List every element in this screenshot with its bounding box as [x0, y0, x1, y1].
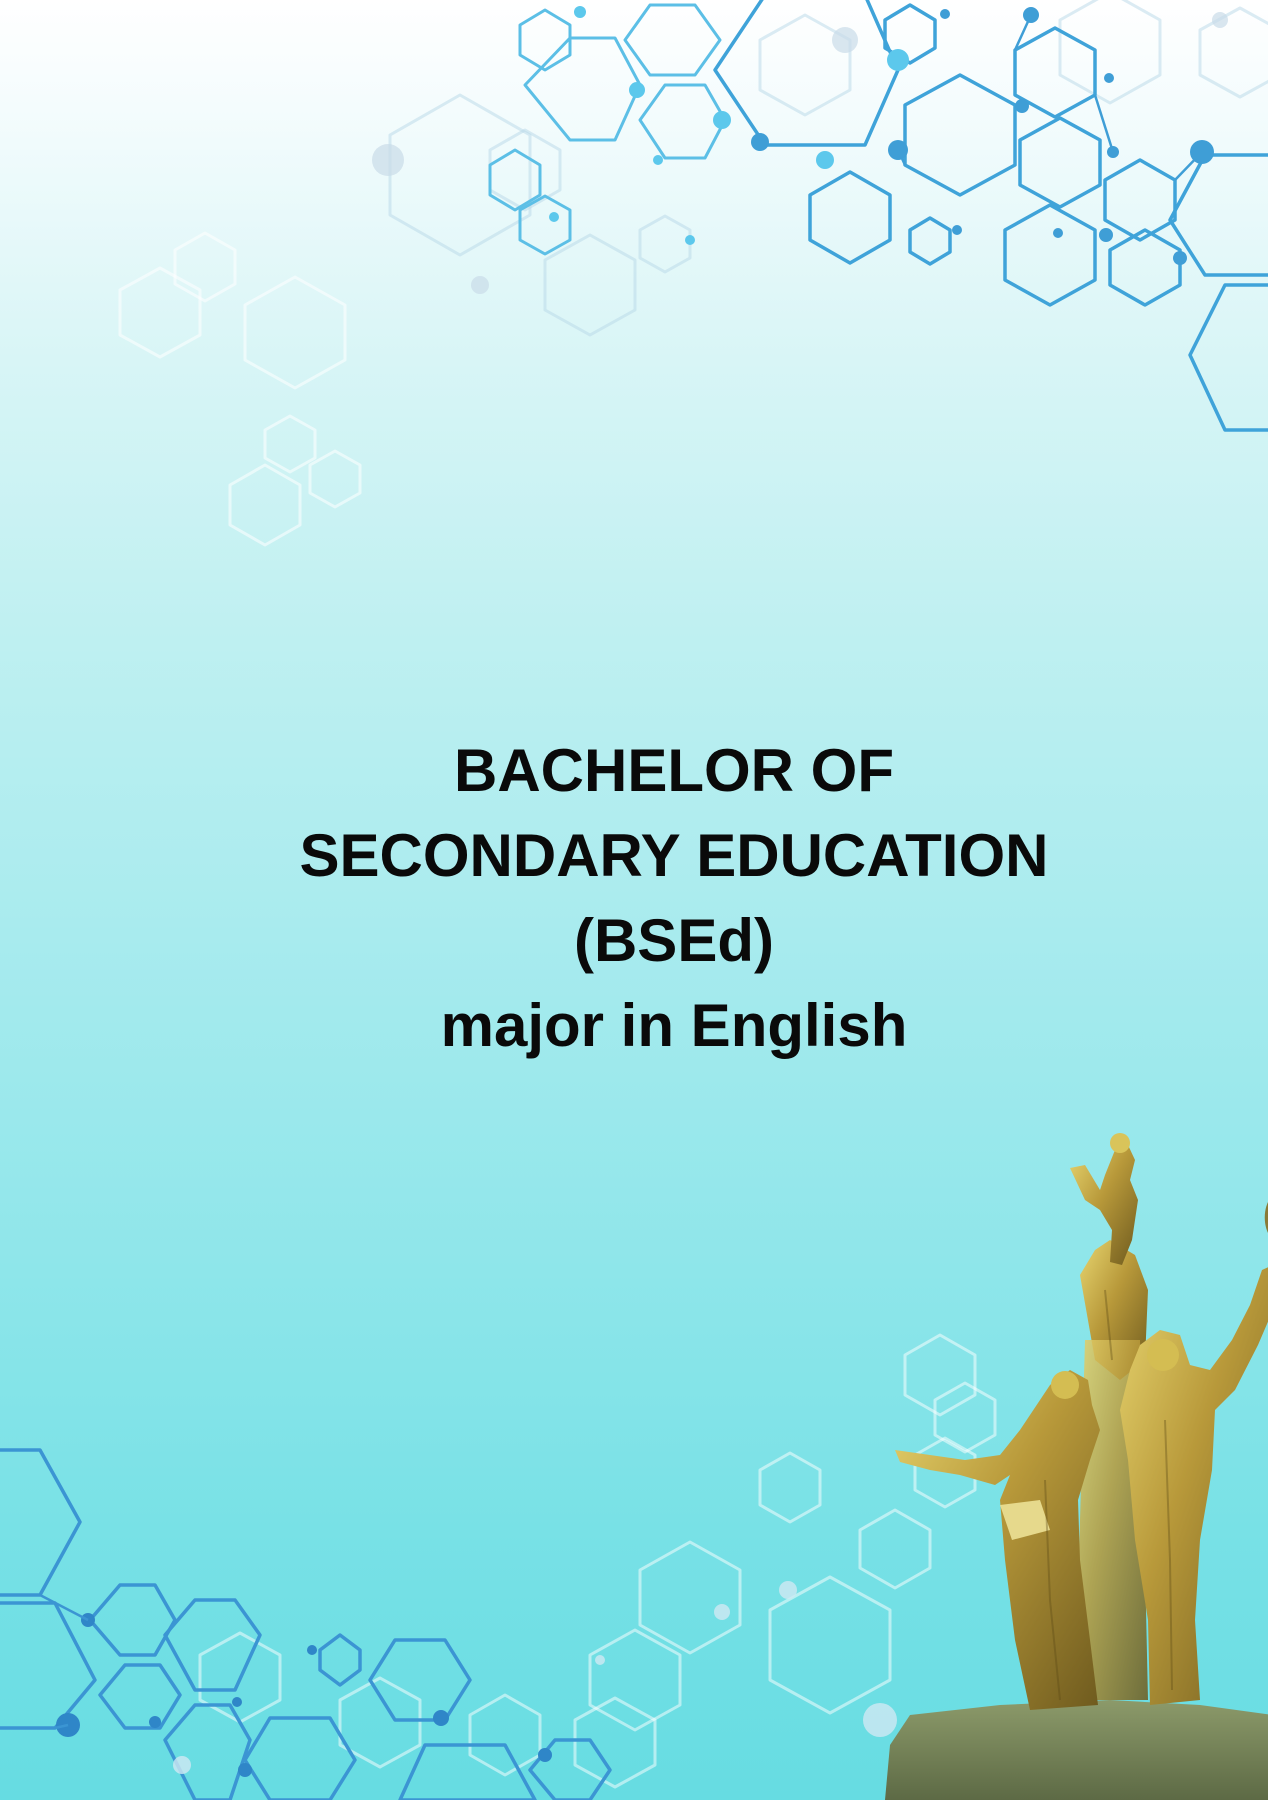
title-line-1: BACHELOR OF — [454, 737, 894, 804]
title-line-4: major in English — [440, 992, 908, 1059]
cover-page: BACHELOR OF SECONDARY EDUCATION (BSEd) m… — [0, 0, 1273, 1800]
title-line-2: SECONDARY EDUCATION — [299, 822, 1049, 889]
title-line-3: (BSEd) — [574, 907, 774, 974]
page-edge — [1268, 0, 1273, 1800]
program-title: BACHELOR OF SECONDARY EDUCATION (BSEd) m… — [200, 728, 1148, 1068]
